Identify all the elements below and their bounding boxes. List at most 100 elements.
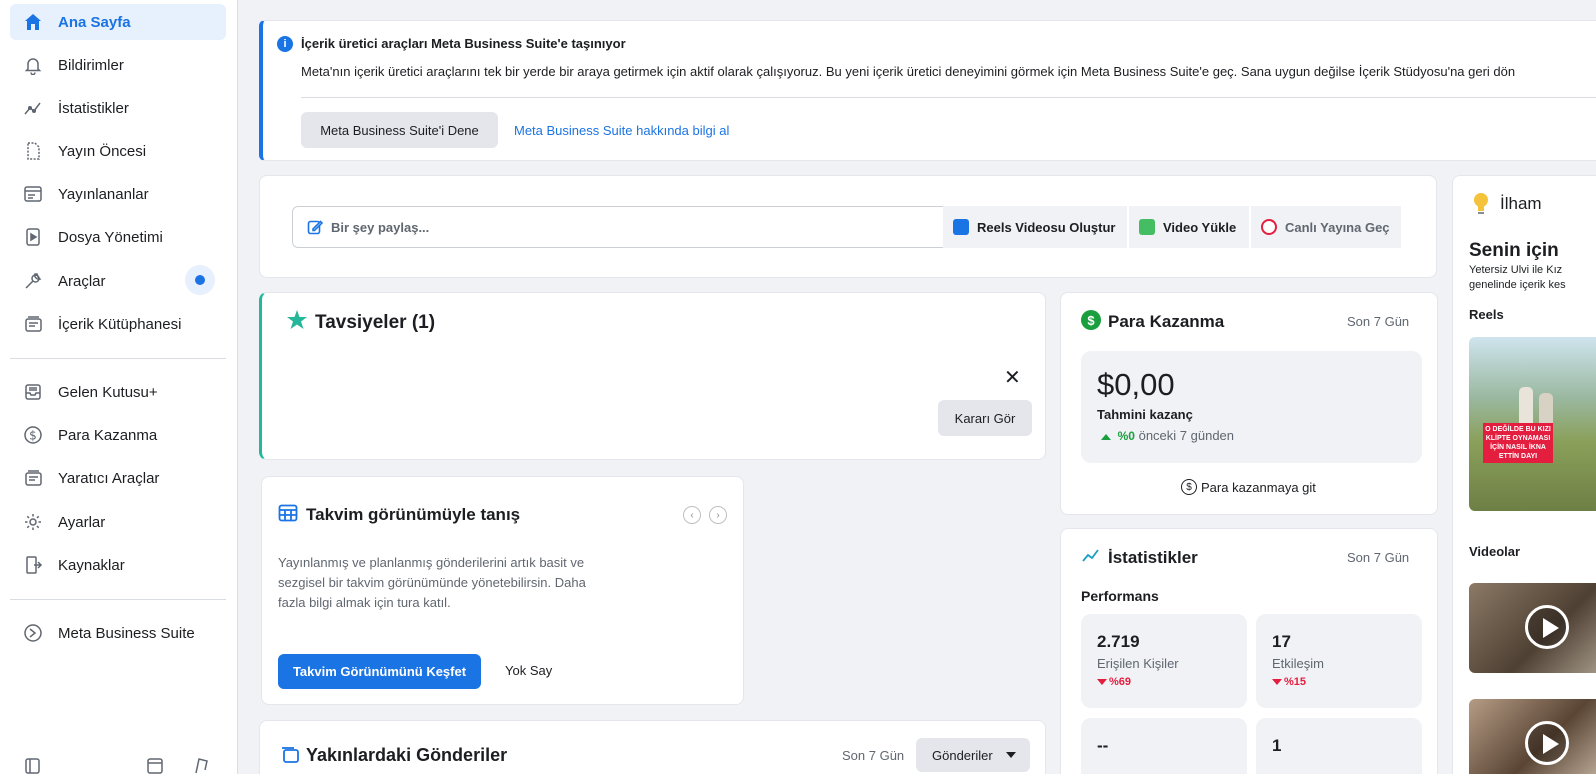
see-decision-button[interactable]: Kararı Gör (938, 400, 1032, 436)
photo-icon (1139, 219, 1155, 235)
flag-icon[interactable] (192, 756, 210, 774)
sidebar-item-label: Kaynaklar (58, 556, 125, 574)
explore-calendar-button[interactable]: Takvim Görünümünü Keşfet (278, 654, 481, 689)
arrow-up-icon (1101, 434, 1111, 440)
posts-filter-label: Gönderiler (932, 747, 993, 763)
sidebar-item-label: Para Kazanma (58, 426, 158, 444)
insights-title: İstatistikler (1108, 548, 1198, 567)
insights-period: Son 7 Gün (1347, 550, 1410, 565)
sidebar-item-creator-tools[interactable]: Yaratıcı Araçlar (10, 460, 226, 496)
draft-icon (22, 140, 44, 162)
insights-icon (22, 97, 44, 119)
sidebar-item-label: Araçlar (58, 272, 106, 290)
sidebar-divider (10, 599, 226, 600)
bell-icon (22, 54, 44, 76)
upload-video-button[interactable]: Video Yükle (1129, 206, 1249, 248)
calendar-icon (278, 503, 298, 523)
sidebar-item-files[interactable]: Dosya Yönetimi (10, 219, 226, 255)
library-icon (22, 313, 44, 335)
sidebar-item-notifications[interactable]: Bildirimler (10, 47, 226, 83)
insights-icon (1081, 546, 1101, 566)
reels-thumbnail[interactable]: O DEĞİLDE BU KIZI KLİPTE OYNAMASI İÇİN N… (1469, 337, 1596, 511)
calendar-description: Yayınlanmış ve planlanmış gönderilerini … (278, 555, 586, 610)
stat-label: Erişilen Kişiler (1097, 656, 1179, 671)
meta-suite-icon (22, 622, 44, 644)
video-thumbnail[interactable] (1469, 583, 1596, 673)
sidebar-item-label: Ayarlar (58, 513, 106, 531)
composer-card: Bir şey paylaş... Reels Videosu Oluştur … (259, 175, 1437, 278)
play-icon (1525, 605, 1569, 649)
sidebar-item-resources[interactable]: Kaynaklar (10, 547, 226, 583)
share-input[interactable]: Bir şey paylaş... (292, 206, 944, 248)
store-icon[interactable] (146, 756, 164, 774)
sidebar-item-label: İstatistikler (58, 99, 129, 117)
chevron-right-icon[interactable]: › (709, 506, 727, 524)
for-you-subtitle-line1: Yetersiz Ulvi ile Kız (1469, 264, 1563, 276)
chevron-left-icon[interactable]: ‹ (683, 506, 701, 524)
recommendations-title: Tavsiyeler (1) (315, 312, 436, 333)
caret-down-icon (1006, 752, 1016, 758)
stat-value: 1 (1272, 736, 1282, 755)
stat-label: Etkileşim (1272, 656, 1325, 671)
close-icon[interactable]: ✕ (1004, 365, 1021, 390)
try-business-suite-button[interactable]: Meta Business Suite'i Dene (301, 112, 498, 148)
ignore-button[interactable]: Yok Say (505, 663, 552, 678)
published-icon (22, 183, 44, 205)
inspiration-title: İlham (1500, 194, 1542, 213)
earnings-change-note: önceki 7 günden (1138, 428, 1235, 443)
banner-title: İçerik üretici araçları Meta Business Su… (301, 36, 626, 51)
stat-value: 17 (1272, 632, 1291, 651)
monetization-card: $ Para Kazanma Son 7 Gün $0,00 Tahmini k… (1060, 292, 1438, 515)
notification-dot (185, 265, 215, 295)
stat-change-value: %15 (1284, 676, 1307, 688)
reels-caption: O DEĞİLDE BU KIZI KLİPTE OYNAMASI İÇİN N… (1483, 423, 1553, 463)
star-icon (286, 309, 308, 331)
migration-banner: i İçerik üretici araçları Meta Business … (259, 20, 1596, 161)
stat-change: %15 (1272, 676, 1306, 688)
create-reels-label: Reels Videosu Oluştur (977, 219, 1116, 235)
help-icon[interactable] (24, 756, 42, 774)
posts-filter-dropdown[interactable]: Gönderiler (916, 738, 1030, 772)
creator-tools-icon (22, 467, 44, 489)
create-reels-button[interactable]: Reels Videosu Oluştur (943, 206, 1127, 248)
engagement-stat[interactable]: 17 Etkileşim %15 (1256, 614, 1422, 708)
reach-stat[interactable]: 2.719 Erişilen Kişiler %69 (1081, 614, 1247, 708)
sidebar-item-published[interactable]: Yayınlananlar (10, 176, 226, 212)
sidebar-item-monetization[interactable]: $ Para Kazanma (10, 417, 226, 453)
sidebar-item-meta-business-suite[interactable]: Meta Business Suite (10, 615, 226, 651)
banner-text: Meta'nın içerik üretici araçlarını tek b… (301, 64, 1516, 79)
sidebar-item-label: Dosya Yönetimi (58, 228, 163, 246)
sidebar-item-settings[interactable]: Ayarlar (10, 504, 226, 540)
sidebar-item-label: Ana Sayfa (58, 13, 131, 31)
sidebar-item-content-library[interactable]: İçerik Kütüphanesi (10, 306, 226, 342)
sidebar-item-inbox[interactable]: Gelen Kutusu+ (10, 374, 226, 410)
video-thumbnail[interactable] (1469, 699, 1596, 774)
sidebar-item-label: Meta Business Suite (58, 624, 195, 642)
sidebar-item-home[interactable]: Ana Sayfa (10, 4, 226, 40)
recommendations-card: Tavsiyeler (1) ✕ Kararı Gör (259, 292, 1046, 460)
live-icon (1261, 219, 1277, 235)
stat-box-3[interactable]: -- (1081, 718, 1247, 774)
go-monetization-link[interactable]: $ Para kazanmaya git (1181, 479, 1316, 495)
stat-value: 2.719 (1097, 632, 1140, 651)
earnings-change-value: %0 (1117, 429, 1135, 443)
go-monetization-label: Para kazanmaya git (1201, 479, 1316, 495)
sidebar-item-insights[interactable]: İstatistikler (10, 90, 226, 126)
inbox-icon (22, 381, 44, 403)
stat-box-4[interactable]: 1 (1256, 718, 1422, 774)
sidebar-item-drafts[interactable]: Yayın Öncesi (10, 133, 226, 169)
sidebar-divider (10, 358, 226, 359)
go-live-button[interactable]: Canlı Yayına Geç (1251, 206, 1401, 248)
earnings-label: Tahmini kazanç (1097, 407, 1193, 422)
performance-heading: Performans (1081, 588, 1159, 604)
sidebar-item-label: İçerik Kütüphanesi (58, 315, 182, 333)
go-live-label: Canlı Yayına Geç (1285, 219, 1390, 235)
sidebar-item-tools[interactable]: Araçlar (10, 263, 226, 299)
sidebar-item-label: Yaratıcı Araçlar (58, 469, 160, 487)
sidebar-item-label: Yayın Öncesi (58, 142, 147, 160)
learn-business-suite-link[interactable]: Meta Business Suite hakkında bilgi al (514, 123, 729, 138)
recent-posts-period: Son 7 Gün (842, 748, 905, 763)
for-you-heading: Senin için (1469, 240, 1559, 261)
svg-text:$: $ (29, 429, 37, 443)
home-icon (22, 11, 44, 33)
